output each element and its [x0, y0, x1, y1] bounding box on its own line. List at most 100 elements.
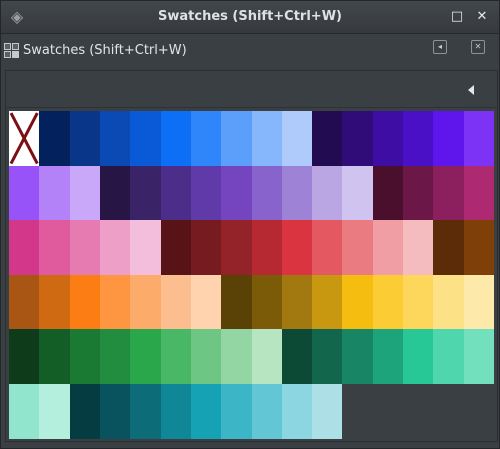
close-tab-button[interactable]: ✕ — [471, 40, 485, 54]
dockable-title: Swatches (Shift+Ctrl+W) — [23, 43, 187, 58]
color-swatch[interactable] — [160, 220, 191, 275]
color-swatch[interactable] — [9, 220, 40, 275]
color-swatch[interactable] — [39, 383, 70, 439]
color-swatch[interactable] — [221, 329, 252, 384]
color-swatch[interactable] — [9, 165, 40, 221]
color-swatch[interactable] — [281, 220, 313, 275]
color-swatch[interactable] — [281, 165, 313, 221]
color-swatch[interactable] — [190, 111, 222, 166]
color-swatch[interactable] — [463, 111, 494, 166]
color-swatch[interactable] — [190, 383, 222, 439]
swatch-none[interactable] — [9, 111, 40, 166]
window-titlebar[interactable]: ◈ Swatches (Shift+Ctrl+W) □ ✕ — [1, 1, 499, 34]
color-swatch[interactable] — [69, 165, 100, 221]
color-swatch[interactable] — [160, 111, 191, 166]
swatches-icon — [4, 43, 20, 59]
color-swatch[interactable] — [372, 165, 404, 221]
color-swatch[interactable] — [160, 383, 191, 439]
color-swatch[interactable] — [463, 329, 494, 384]
color-swatch[interactable] — [130, 383, 161, 439]
color-swatch[interactable] — [160, 274, 191, 330]
color-swatch[interactable] — [99, 329, 131, 384]
color-swatch[interactable] — [99, 274, 131, 330]
color-swatch[interactable] — [312, 274, 343, 330]
color-swatch[interactable] — [312, 329, 343, 384]
color-swatch[interactable] — [39, 111, 70, 166]
color-swatch[interactable] — [342, 329, 373, 384]
color-swatch[interactable] — [221, 383, 252, 439]
color-swatch[interactable] — [221, 220, 252, 275]
color-swatch[interactable] — [372, 111, 404, 166]
maximize-button[interactable]: □ — [446, 6, 468, 28]
color-swatch[interactable] — [130, 111, 161, 166]
color-swatch[interactable] — [69, 220, 100, 275]
color-swatch[interactable] — [463, 165, 494, 221]
color-swatch[interactable] — [221, 274, 252, 330]
color-swatch[interactable] — [99, 111, 131, 166]
color-swatch[interactable] — [342, 220, 373, 275]
color-swatch[interactable] — [39, 274, 70, 330]
color-swatch[interactable] — [69, 329, 100, 384]
color-swatch[interactable] — [433, 111, 464, 166]
color-swatch[interactable] — [39, 165, 70, 221]
color-swatch[interactable] — [403, 165, 434, 221]
color-swatch[interactable] — [403, 111, 434, 166]
color-swatch[interactable] — [190, 274, 222, 330]
color-swatch[interactable] — [160, 329, 191, 384]
color-swatch[interactable] — [160, 165, 191, 221]
color-swatch[interactable] — [433, 220, 464, 275]
color-swatch[interactable] — [463, 274, 494, 330]
color-swatch[interactable] — [433, 274, 464, 330]
color-swatch[interactable] — [39, 329, 70, 384]
color-swatch[interactable] — [9, 329, 40, 384]
color-swatch[interactable] — [251, 329, 282, 384]
swatches-window: ◈ Swatches (Shift+Ctrl+W) □ ✕ Swatches (… — [0, 0, 500, 449]
color-swatch[interactable] — [130, 165, 161, 221]
color-swatch[interactable] — [403, 220, 434, 275]
color-swatch[interactable] — [403, 274, 434, 330]
color-swatch[interactable] — [433, 165, 464, 221]
color-swatch[interactable] — [99, 220, 131, 275]
color-swatch[interactable] — [342, 111, 373, 166]
color-swatch[interactable] — [130, 220, 161, 275]
color-swatch[interactable] — [130, 274, 161, 330]
color-swatch[interactable] — [281, 274, 313, 330]
color-swatch[interactable] — [312, 165, 343, 221]
color-swatch[interactable] — [99, 383, 131, 439]
color-swatch[interactable] — [99, 165, 131, 221]
tab-menu-arrow-icon[interactable] — [468, 85, 474, 95]
color-swatch[interactable] — [281, 111, 313, 166]
color-swatch[interactable] — [281, 383, 313, 439]
color-swatch[interactable] — [69, 383, 100, 439]
color-swatch[interactable] — [190, 165, 222, 221]
color-swatch[interactable] — [342, 274, 373, 330]
color-swatch[interactable] — [372, 274, 404, 330]
color-swatch[interactable] — [69, 111, 100, 166]
color-swatch[interactable] — [372, 220, 404, 275]
color-swatch[interactable] — [403, 329, 434, 384]
color-swatch[interactable] — [251, 165, 282, 221]
color-swatch[interactable] — [69, 274, 100, 330]
color-swatch[interactable] — [251, 383, 282, 439]
color-swatch[interactable] — [312, 383, 343, 439]
color-swatch[interactable] — [221, 111, 252, 166]
color-swatch[interactable] — [130, 329, 161, 384]
color-swatch[interactable] — [372, 329, 404, 384]
color-swatch[interactable] — [463, 220, 494, 275]
color-swatch[interactable] — [251, 111, 282, 166]
close-window-button[interactable]: ✕ — [471, 6, 493, 28]
color-swatch[interactable] — [221, 165, 252, 221]
color-swatch[interactable] — [190, 220, 222, 275]
color-swatch[interactable] — [190, 329, 222, 384]
color-swatch[interactable] — [9, 274, 40, 330]
color-swatch[interactable] — [251, 274, 282, 330]
color-swatch[interactable] — [342, 165, 373, 221]
detach-tab-button[interactable]: ◂ — [433, 40, 447, 54]
color-swatch[interactable] — [433, 329, 464, 384]
color-swatch[interactable] — [312, 111, 343, 166]
color-swatch[interactable] — [312, 220, 343, 275]
color-swatch[interactable] — [251, 220, 282, 275]
color-swatch[interactable] — [9, 383, 40, 439]
color-swatch[interactable] — [281, 329, 313, 384]
color-swatch[interactable] — [39, 220, 70, 275]
